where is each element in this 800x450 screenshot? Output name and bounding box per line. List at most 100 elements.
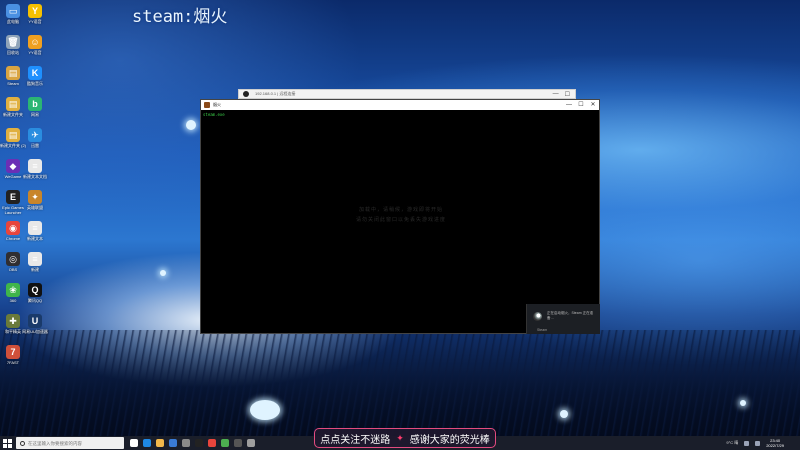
app-icon: 7 [6,345,20,359]
edge-icon[interactable] [143,439,151,447]
console-text: steam.exe [203,112,225,117]
task-view-icon[interactable] [130,439,138,447]
app-icon: b [28,97,42,111]
folder-icon: ▤ [6,97,20,111]
background-window-title: 192.168.0.1 | 远程连接 [255,91,296,96]
wallpaper-light [740,400,746,406]
desktop-icon-label: 腾讯QQ [27,298,43,303]
steam-icon [533,312,542,321]
chrome-icon[interactable] [208,439,216,447]
wallpaper-light [560,410,568,418]
loading-line-1: 加载中，请稍候，游戏即将开始 [358,207,443,213]
taskbar-clock[interactable]: 23:40 2022/7/29 [766,438,784,448]
game-icon: ✚ [6,314,20,328]
computer-icon: ▭ [6,4,20,18]
background-window-controls: — ☐ [553,91,575,98]
app-icon[interactable] [221,439,229,447]
system-tray: 9°C 晴 23:40 2022/7/29 [726,438,800,448]
notification-footer: Steam [537,328,548,332]
yy-icon: Y [28,4,42,18]
desktop-icon[interactable]: b 网易 [23,97,47,117]
recycle-bin-icon: 🗑 [6,35,20,49]
close-button[interactable]: ✕ [587,100,599,110]
desktop-icon-label: 迅雷 [31,143,39,148]
minimize-button[interactable]: — [553,91,559,98]
kugou-icon: K [28,66,42,80]
desktop-icon[interactable]: K 酷狗音乐 [23,66,47,86]
loading-text: 加载中，请稍候，游戏即将开始 请勿关闭此窗口以免丢失游戏进度 [301,205,501,225]
desktop-icon[interactable]: ≡ 新建文本 [23,221,47,241]
epic-icon: E [6,190,20,204]
taskbar-apps [130,439,255,447]
chrome-icon: ◉ [6,221,20,235]
folder-icon: ▤ [6,128,20,142]
stream-title-overlay: steam:烟火 [132,7,228,27]
stream-banner: 点点关注不迷路 ✦ 感谢大家的荧光棒 [314,428,496,448]
text-file-icon: ≡ [28,159,42,173]
app-icon[interactable] [182,439,190,447]
window-app-icon [243,91,249,97]
qq-icon: Q [28,283,42,297]
maximize-button[interactable]: ☐ [575,100,587,110]
desktop-icon[interactable]: ✦ 英雄联盟 [23,190,47,210]
explorer-icon[interactable] [156,439,164,447]
sparkle-icon: ✦ [396,432,404,443]
search-input[interactable] [28,440,123,446]
obs-icon[interactable] [234,439,242,447]
wallpaper-light [250,400,280,420]
desktop-icon[interactable]: ✈ 迅雷 [23,128,47,148]
steam-icon[interactable] [195,439,203,447]
desktop-icon[interactable]: ☺ YY语音 [23,35,47,55]
desktop-icon[interactable]: ≡ 新建 [23,252,47,272]
weather-label[interactable]: 9°C 晴 [726,440,738,446]
desktop-icon-label: 酷狗音乐 [27,81,43,86]
desktop-icon[interactable]: Y YY语音 [23,4,47,24]
game-window[interactable]: 烟火 — ☐ ✕ steam.exe 加载中，请稍候，游戏即将开始 请勿关闭此窗… [200,99,600,334]
banner-right-text: 感谢大家的荧光棒 [409,434,490,446]
folder-icon: ▤ [6,66,20,80]
obs-icon: ◎ [6,252,20,266]
search-icon [20,440,25,446]
desktop-icon-label: YY语音 [28,19,42,24]
xunlei-icon: ✈ [28,128,42,142]
desktop-icon-label: 新建文本文档 [23,174,47,179]
wallpaper-grass [0,330,800,436]
background-window-titlebar[interactable]: 192.168.0.1 | 远程连接 — ☐ [238,89,576,99]
game-app-icon [204,102,210,108]
desktop-icon-label: 网易 [31,112,39,117]
uu-icon: U [28,314,42,328]
wallpaper-light [160,270,166,276]
taskbar-search[interactable] [16,437,124,449]
desktop-icon[interactable]: ≡ 新建文本文档 [23,159,47,179]
desktop-icon-label: 新建 [31,267,39,272]
store-icon[interactable] [169,439,177,447]
desktop-icon[interactable]: 7 7FAST [1,345,25,365]
windows-logo-icon [2,438,12,448]
lol-icon: ✦ [28,190,42,204]
start-button[interactable] [0,436,14,450]
desktop-icon[interactable]: E Epic Games Launcher [1,190,25,215]
wegame-icon: ◆ [6,159,20,173]
minimize-button[interactable]: — [563,100,575,110]
volume-icon[interactable] [755,440,761,446]
wallpaper-light [186,120,196,130]
owl-icon: ☺ [28,35,42,49]
desktop-icon-label: 新建文本 [27,236,43,241]
desktop-icon[interactable]: U 网易UU加速器 [22,314,48,334]
maximize-button[interactable]: ☐ [565,91,570,98]
notification-message: 正在启动烟火，Steam 正在准备… [547,311,594,320]
desktop-icon-label: YY语音 [28,50,42,55]
steam-notification[interactable]: 正在启动烟火，Steam 正在准备… Steam [526,304,600,334]
app-icon: ❀ [6,283,20,297]
desktop-icon[interactable]: Q 腾讯QQ [23,283,47,303]
desktop-icon-label: 网易UU加速器 [22,329,48,334]
clock-date: 2022/7/29 [766,443,784,448]
text-file-icon: ≡ [28,221,42,235]
game-window-title: 烟火 [213,102,221,107]
text-file-icon: ≡ [28,252,42,266]
network-icon[interactable] [744,440,750,446]
desktop-icon-label: 英雄联盟 [27,205,43,210]
desktop-icon-label: 7FAST [6,360,20,365]
app-icon[interactable] [247,439,255,447]
game-window-titlebar[interactable]: 烟火 — ☐ ✕ [201,100,599,110]
